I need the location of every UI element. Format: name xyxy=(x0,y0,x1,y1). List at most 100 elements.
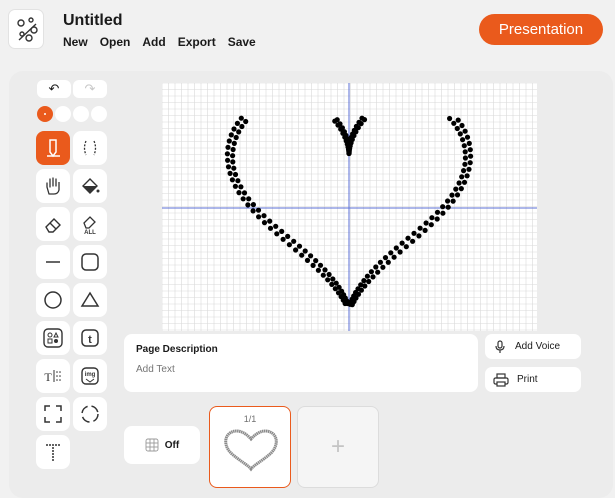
menu-new[interactable]: New xyxy=(63,35,88,49)
triangle-icon xyxy=(80,291,100,307)
grid-toggle-label: Off xyxy=(164,439,180,451)
drawn-dot xyxy=(459,122,465,129)
text-tool[interactable]: T xyxy=(36,359,70,393)
drawn-dot xyxy=(391,254,397,260)
drawn-dot xyxy=(462,128,468,134)
page-thumbnail[interactable]: 1/1 xyxy=(209,406,291,488)
drawn-dot xyxy=(241,190,248,196)
drawn-dot xyxy=(333,280,339,286)
circle-tool[interactable] xyxy=(36,283,70,317)
drawn-dot xyxy=(429,215,435,221)
drawn-dot xyxy=(245,202,251,208)
rounded-rect-icon xyxy=(81,253,99,271)
app-logo[interactable] xyxy=(8,9,44,49)
drawn-dot xyxy=(230,153,236,159)
redo-button[interactable]: ↷ xyxy=(73,80,107,98)
svg-text:img: img xyxy=(85,372,96,378)
erase-all-icon: ALL xyxy=(83,216,96,235)
select-square-icon xyxy=(44,405,62,423)
add-voice-button[interactable]: Add Voice xyxy=(485,334,581,359)
drawn-dot xyxy=(230,159,236,165)
drawn-dot xyxy=(411,230,417,236)
eraser-tool[interactable] xyxy=(36,207,70,241)
drawn-dot xyxy=(326,271,332,278)
drawn-dot xyxy=(373,264,379,270)
size-large[interactable] xyxy=(73,106,89,122)
pen-icon xyxy=(47,139,60,158)
eraser-icon xyxy=(45,218,61,233)
drawn-dot xyxy=(445,198,451,204)
menu-export[interactable]: Export xyxy=(178,35,216,49)
drawn-dot xyxy=(231,126,237,132)
drawn-dot xyxy=(250,208,256,214)
drawn-dot xyxy=(410,238,416,244)
drawn-dot xyxy=(461,179,468,185)
fill-tool[interactable] xyxy=(73,169,107,203)
drawn-dot xyxy=(234,120,240,126)
size-xlarge[interactable] xyxy=(91,106,107,122)
pen-tool[interactable] xyxy=(36,131,70,165)
drawn-dot xyxy=(286,242,292,248)
drawn-dot xyxy=(239,123,245,130)
drawn-dot xyxy=(375,269,381,275)
undo-button[interactable]: ↶ xyxy=(37,80,71,98)
drawn-dot xyxy=(377,259,383,265)
drawn-dot xyxy=(434,209,441,215)
dotted-text-tool[interactable] xyxy=(36,435,70,469)
drawn-dot xyxy=(256,214,262,220)
triangle-tool[interactable] xyxy=(73,283,107,317)
drawn-dot xyxy=(467,160,473,166)
size-small[interactable] xyxy=(37,106,53,122)
add-page-button[interactable]: + xyxy=(297,406,379,488)
drawn-dot xyxy=(346,150,352,156)
drawn-dot xyxy=(329,281,335,287)
select-square-tool[interactable] xyxy=(36,397,70,431)
menu-save[interactable]: Save xyxy=(228,35,256,49)
drawn-dot xyxy=(313,258,319,264)
menu-open[interactable]: Open xyxy=(100,35,131,49)
drawn-dot xyxy=(304,257,311,263)
drawn-dot xyxy=(231,140,237,146)
drawn-dot xyxy=(230,146,236,153)
drawn-dot xyxy=(240,196,246,202)
menu-add[interactable]: Add xyxy=(142,35,165,49)
image-tool[interactable]: img xyxy=(73,359,107,393)
drawing-canvas[interactable] xyxy=(162,83,537,331)
presentation-button[interactable]: Presentation xyxy=(479,14,603,45)
grid-shapes-icon xyxy=(43,328,63,348)
circle-icon xyxy=(44,291,62,309)
document-title[interactable]: Untitled xyxy=(63,12,123,30)
line-tool[interactable] xyxy=(36,245,70,279)
drawn-dot xyxy=(459,174,465,180)
select-circle-tool[interactable] xyxy=(73,397,107,431)
curve-tool[interactable] xyxy=(73,131,107,165)
erase-all-tool[interactable]: ALL xyxy=(73,207,107,241)
page-description-input[interactable] xyxy=(136,364,456,375)
drawn-dot xyxy=(232,171,239,178)
drawn-dot xyxy=(460,137,466,143)
drawn-dot xyxy=(229,177,235,183)
drawn-dot xyxy=(440,210,446,216)
drawn-dot xyxy=(464,173,470,179)
grid-canvas[interactable] xyxy=(162,83,537,331)
redo-icon: ↷ xyxy=(84,81,96,96)
print-button[interactable]: Print xyxy=(485,367,581,392)
drawn-dot xyxy=(358,121,364,127)
grid-toggle-button[interactable]: Off xyxy=(124,426,200,464)
size-medium[interactable] xyxy=(55,106,71,122)
drawn-dot xyxy=(243,118,249,125)
svg-text:ALL: ALL xyxy=(84,230,96,235)
text-block-tool[interactable]: t xyxy=(73,321,107,355)
pattern-tool[interactable] xyxy=(36,321,70,355)
drawn-dot xyxy=(320,272,326,278)
drawn-dot xyxy=(317,262,324,268)
drawn-dot xyxy=(368,269,374,275)
dotted-t-icon xyxy=(46,444,60,461)
drawn-dot xyxy=(449,192,455,198)
svg-text:t: t xyxy=(88,334,92,346)
drawn-dot xyxy=(226,138,232,144)
drawn-dot xyxy=(361,117,368,123)
rounded-rect-tool[interactable] xyxy=(73,245,107,279)
drawn-dot xyxy=(273,223,279,229)
hand-tool[interactable] xyxy=(36,169,70,203)
